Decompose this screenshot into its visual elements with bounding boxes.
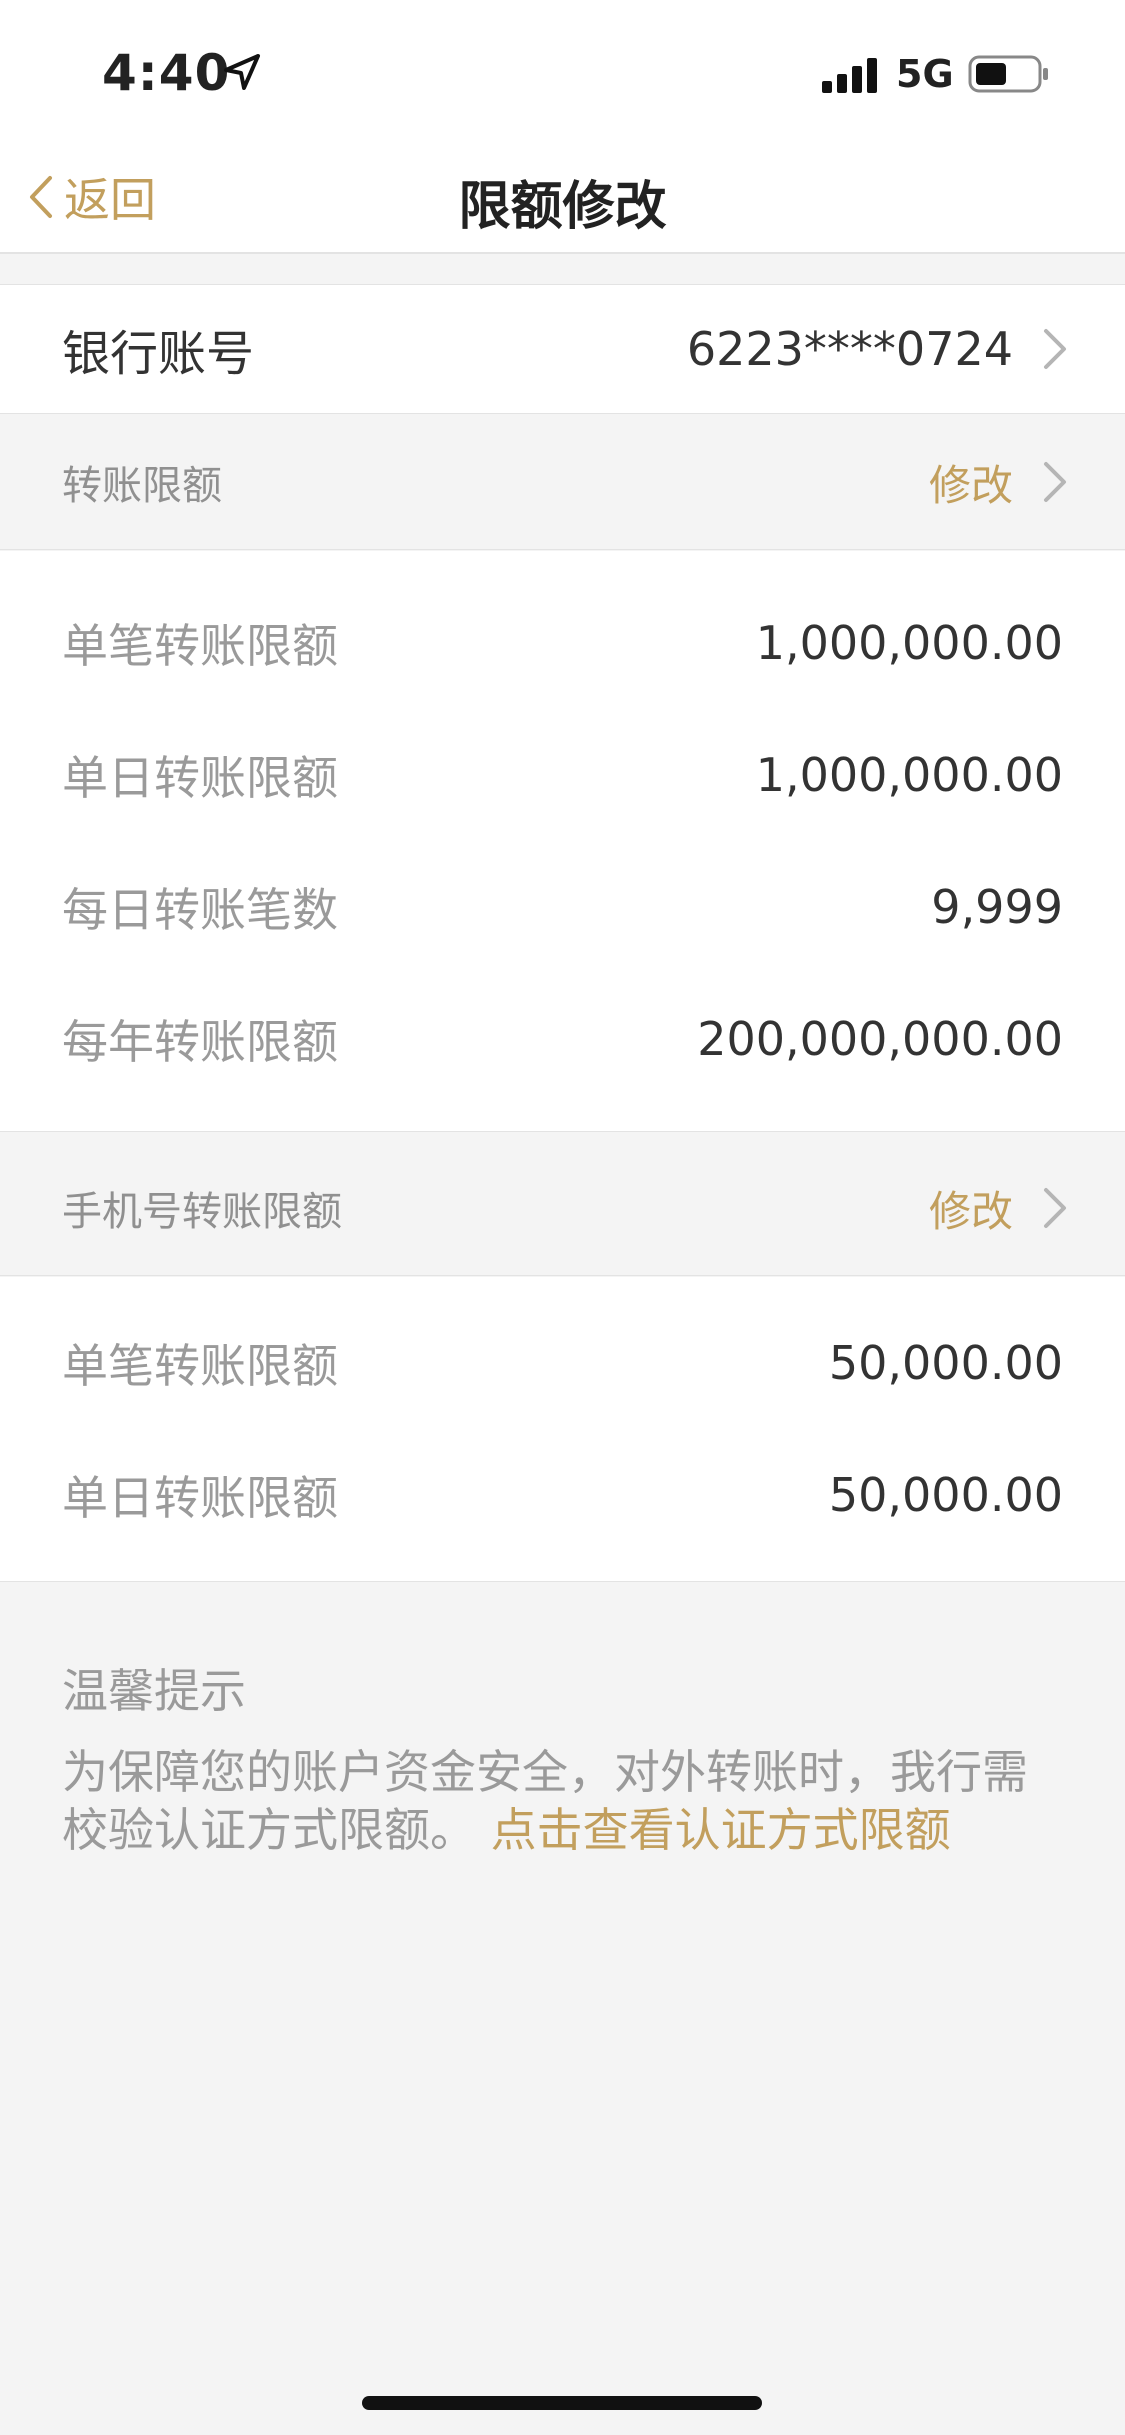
chevron-right-icon[interactable]	[1041, 1185, 1069, 1231]
chevron-left-icon	[30, 176, 52, 218]
auth-limit-link[interactable]: 点击查看认证方式限额	[491, 1803, 951, 1857]
status-bar: 4:40 5G	[0, 0, 1125, 150]
list-item: 每年转账限额 200,000,000.00	[0, 973, 1125, 1105]
bank-account-row[interactable]: 银行账号 6223****0724	[0, 284, 1125, 414]
chevron-right-icon	[1044, 329, 1066, 369]
page-title: 限额修改	[458, 176, 667, 237]
list-item: 单日转账限额 50,000.00	[0, 1429, 1125, 1561]
chevron-right-icon[interactable]	[1041, 459, 1069, 505]
bank-account-label: 银行账号	[62, 326, 255, 382]
transfer-limit-modify-button[interactable]: 修改	[929, 452, 1013, 513]
limit-value: 9,999	[931, 880, 1063, 934]
home-indicator[interactable]	[362, 2396, 762, 2410]
transfer-limit-label: 转账限额	[62, 463, 222, 509]
transfer-limit-list: 单笔转账限额 1,000,000.00 单日转账限额 1,000,000.00 …	[0, 551, 1125, 1132]
limit-label: 每年转账限额	[62, 1015, 338, 1069]
limit-value: 1,000,000.00	[755, 616, 1063, 670]
limit-label: 单日转账限额	[62, 1471, 338, 1525]
nav-bar: 限额修改 返回	[0, 150, 1125, 254]
list-item: 每日转账笔数 9,999	[0, 841, 1125, 973]
limit-value: 200,000,000.00	[697, 1012, 1063, 1066]
phone-transfer-limit-list: 单笔转账限额 50,000.00 单日转账限额 50,000.00	[0, 1277, 1125, 1582]
limit-value: 50,000.00	[828, 1336, 1063, 1390]
phone-transfer-limit-header: 手机号转账限额 修改	[0, 1141, 1125, 1276]
list-item: 单笔转账限额 1,000,000.00	[0, 577, 1125, 709]
back-label: 返回	[64, 173, 156, 227]
phone-limit-modify-button[interactable]: 修改	[929, 1178, 1013, 1239]
limit-label: 每日转账笔数	[62, 883, 338, 937]
limit-label: 单日转账限额	[62, 751, 338, 805]
cellular-signal-icon	[822, 58, 877, 93]
battery-icon	[968, 55, 1048, 93]
bank-account-number: 6223****0724	[686, 322, 1013, 376]
list-item: 单笔转账限额 50,000.00	[0, 1297, 1125, 1429]
status-time: 4:40	[102, 44, 231, 102]
list-item: 单日转账限额 1,000,000.00	[0, 709, 1125, 841]
limit-value: 1,000,000.00	[755, 748, 1063, 802]
network-type: 5G	[896, 52, 954, 96]
limit-label: 单笔转账限额	[62, 619, 338, 673]
tips-title: 温馨提示	[62, 1664, 246, 1718]
transfer-limit-header: 转账限额 修改	[0, 415, 1125, 550]
location-arrow-icon	[224, 54, 260, 90]
back-button[interactable]: 返回	[24, 162, 156, 232]
limit-value: 50,000.00	[828, 1468, 1063, 1522]
tips-section: 温馨提示 为保障您的账户资金安全，对外转账时，我行需校验认证方式限额。 点击查看…	[62, 1655, 1072, 1859]
tips-text: 为保障您的账户资金安全，对外转账时，我行需校验认证方式限额。 点击查看认证方式限…	[62, 1743, 1072, 1859]
limit-label: 单笔转账限额	[62, 1339, 338, 1393]
phone-transfer-limit-label: 手机号转账限额	[62, 1189, 342, 1235]
